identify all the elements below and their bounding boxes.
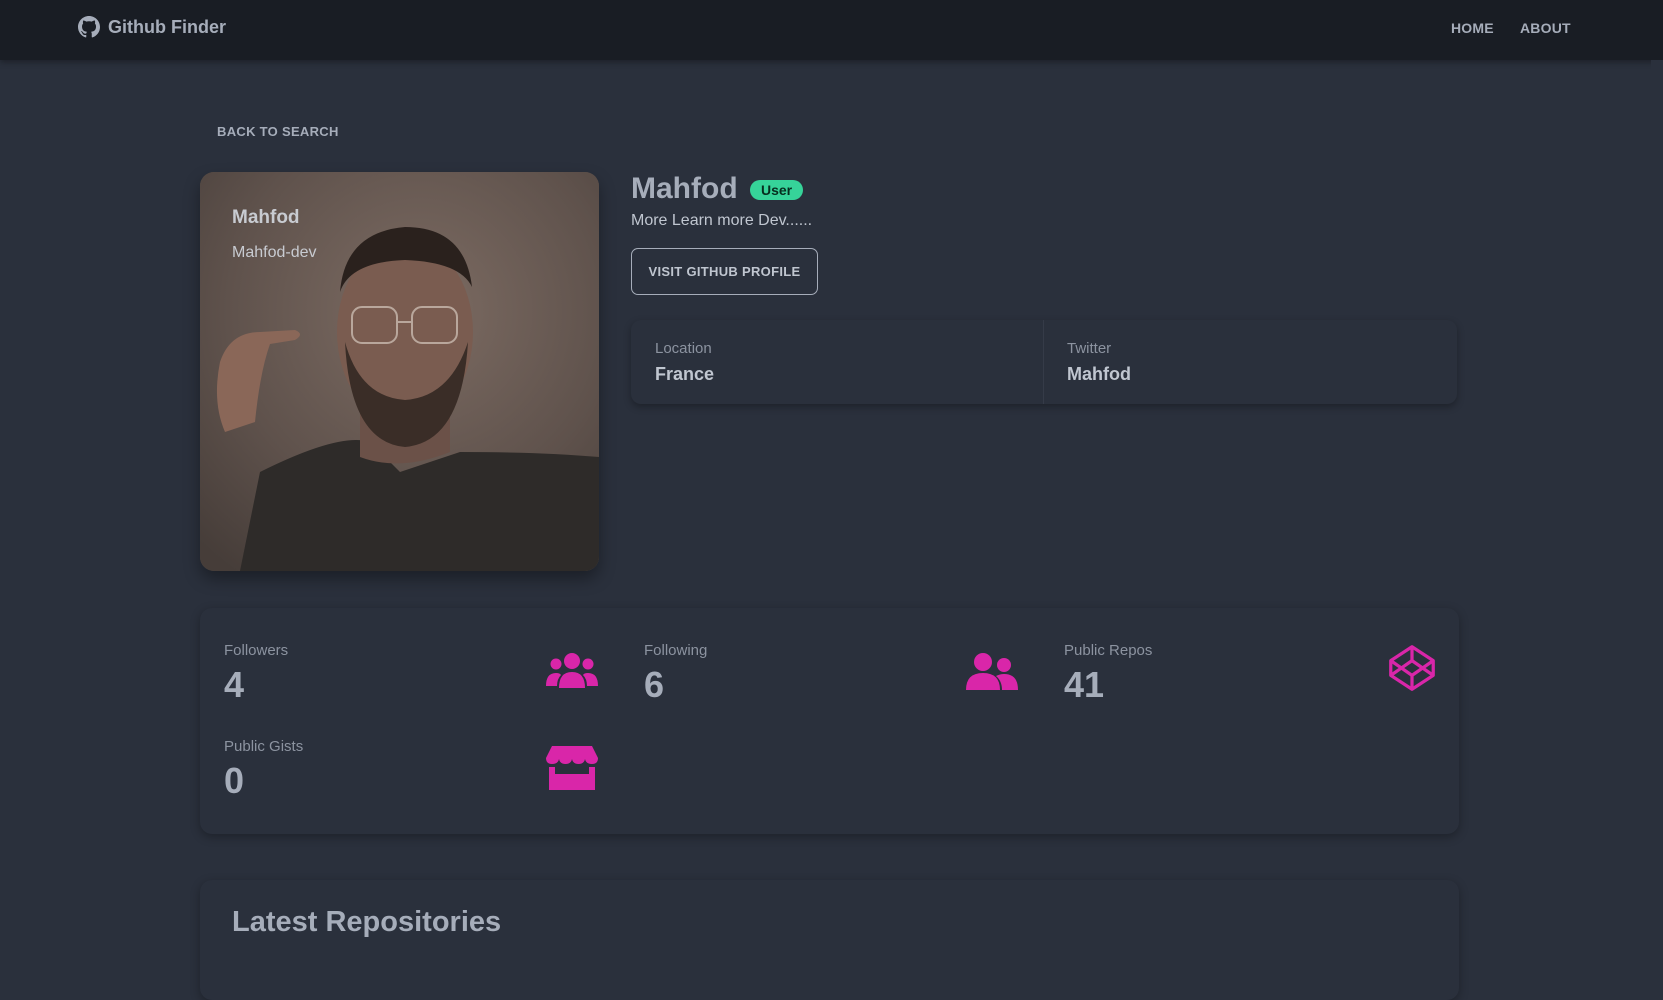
visit-github-profile-button[interactable]: VISIT GITHUB PROFILE (631, 248, 818, 295)
info-stats: Location France Twitter Mahfod (631, 320, 1457, 404)
nav-about-link[interactable]: ABOUT (1520, 20, 1571, 36)
stats-panel: Followers 4 Following 6 Public Repos 41 (200, 608, 1459, 834)
user-type-badge: User (750, 180, 804, 200)
public-repos-value: 41 (1064, 664, 1105, 705)
nav-home-link[interactable]: HOME (1451, 20, 1494, 36)
scrollbar-track[interactable] (1651, 60, 1663, 962)
location-value: France (655, 364, 715, 384)
twitter-label: Twitter (1067, 340, 1112, 357)
profile-bio: More Learn more Dev...... (631, 212, 813, 229)
avatar-login: Mahfod-dev (232, 244, 317, 261)
codepen-icon (1389, 645, 1435, 691)
profile-name: Mahfod (631, 172, 738, 205)
twitter-value: Mahfod (1067, 364, 1131, 384)
following-value: 6 (644, 664, 665, 705)
divider (1043, 320, 1044, 404)
avatar-image (200, 172, 599, 571)
navbar: Github Finder HOME ABOUT (0, 0, 1663, 60)
store-icon (546, 746, 598, 790)
users-group-icon (546, 653, 598, 688)
public-gists-value: 0 (224, 760, 245, 801)
followers-value: 4 (224, 664, 245, 705)
brand-title: Github Finder (108, 16, 226, 37)
avatar-name: Mahfod (232, 207, 300, 228)
back-to-search-button[interactable]: BACK TO SEARCH (217, 124, 339, 139)
public-repos-title: Public Repos (1064, 642, 1153, 659)
user-friends-icon (966, 653, 1018, 690)
latest-repos-title: Latest Repositories (232, 906, 502, 938)
followers-title: Followers (224, 642, 289, 659)
latest-repos-panel: Latest Repositories (200, 880, 1459, 1000)
brand-link[interactable]: Github Finder (78, 16, 226, 38)
avatar-card: Mahfod Mahfod-dev (200, 172, 599, 571)
following-title: Following (644, 642, 708, 659)
location-label: Location (655, 340, 712, 357)
public-gists-title: Public Gists (224, 738, 304, 755)
github-icon (78, 16, 100, 38)
